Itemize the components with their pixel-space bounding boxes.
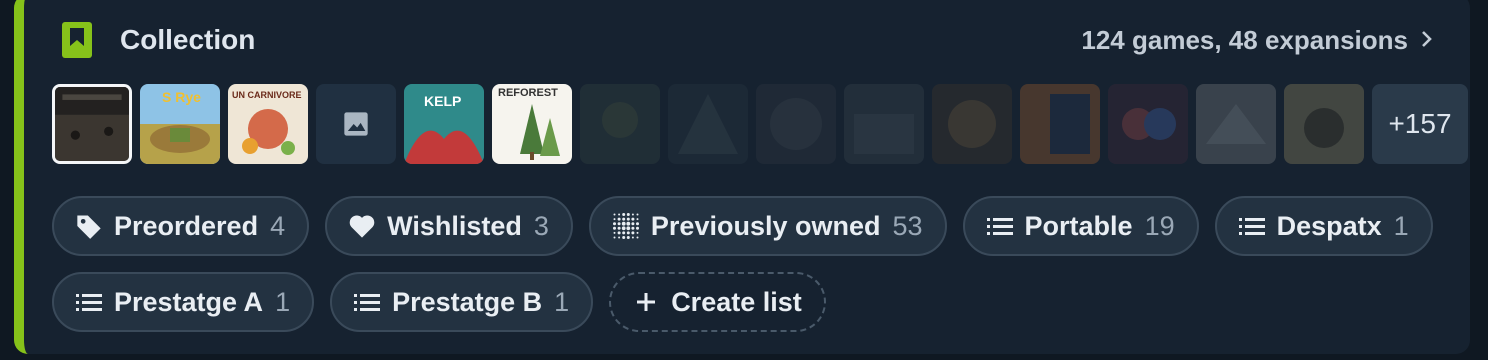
thumb-sky-game[interactable]: S Rye: [140, 84, 220, 164]
list-chip-count: 53: [892, 210, 923, 241]
list-icon: [1237, 211, 1267, 241]
list-chip-count: 1: [554, 286, 570, 317]
list-chip-label: Prestatge A: [114, 286, 264, 317]
chevron-right-icon: [1420, 25, 1434, 56]
image-placeholder-icon: [342, 110, 370, 138]
collection-summary-link[interactable]: 124 games, 48 expansions: [1081, 25, 1434, 56]
thumb-kelp[interactable]: KELP: [404, 84, 484, 164]
svg-text:UN CARNIVORE: UN CARNIVORE: [232, 90, 302, 100]
collection-title[interactable]: Collection: [120, 24, 255, 56]
collection-header: Collection 124 games, 48 expansions: [62, 18, 1434, 62]
list-chip-count: 1: [1393, 210, 1409, 241]
list-chip-wishlisted[interactable]: Wishlisted 3: [325, 196, 573, 256]
create-list-label: Create list: [671, 286, 802, 317]
list-chip-count: 1: [275, 286, 291, 317]
list-chip-label: Despatx: [1276, 210, 1382, 241]
list-icon: [74, 287, 104, 317]
list-chip-count: 3: [533, 210, 549, 241]
thumb-dim-9[interactable]: [1284, 84, 1364, 164]
thumb-dim-2[interactable]: [668, 84, 748, 164]
list-chip-label: Previously owned: [650, 210, 881, 241]
create-list-button[interactable]: Create list: [609, 272, 826, 332]
collection-thumbnails: S Rye UN CARNIVORE KELP REFOREST +157: [52, 84, 1468, 164]
list-icon: [352, 287, 382, 317]
list-chip-count: 4: [270, 210, 286, 241]
thumb-dark-box[interactable]: [52, 84, 132, 164]
lists-chips: Preordered 4 Wishlisted 3 Previously own…: [52, 196, 1442, 348]
svg-text:S Rye: S Rye: [162, 89, 201, 105]
bookmark-book-icon: [62, 22, 92, 58]
thumb-placeholder[interactable]: [316, 84, 396, 164]
thumb-dim-1[interactable]: [580, 84, 660, 164]
svg-text:KELP: KELP: [424, 93, 461, 109]
heart-icon: [347, 211, 377, 241]
collection-summary-text: 124 games, 48 expansions: [1081, 24, 1408, 55]
list-chip-prestatge-b[interactable]: Prestatge B 1: [330, 272, 594, 332]
thumb-dim-7[interactable]: [1108, 84, 1188, 164]
tag-icon: [74, 211, 104, 241]
dots-grid-icon: [611, 211, 641, 241]
more-games-button[interactable]: +157: [1372, 84, 1468, 164]
list-icon: [985, 211, 1015, 241]
list-chip-portable[interactable]: Portable 19: [962, 196, 1199, 256]
list-chip-previously-owned[interactable]: Previously owned 53: [588, 196, 947, 256]
list-chip-count: 19: [1144, 210, 1175, 241]
list-chip-label: Wishlisted: [387, 210, 522, 241]
thumb-dim-4[interactable]: [844, 84, 924, 164]
collection-card: Collection 124 games, 48 expansions S Ry…: [14, 0, 1470, 354]
thumb-dim-3[interactable]: [756, 84, 836, 164]
thumb-reforest[interactable]: REFOREST: [492, 84, 572, 164]
list-chip-label: Prestatge B: [392, 286, 543, 317]
svg-text:REFOREST: REFOREST: [498, 87, 558, 99]
list-chip-despatx[interactable]: Despatx 1: [1214, 196, 1433, 256]
thumb-un-carnivore[interactable]: UN CARNIVORE: [228, 84, 308, 164]
plus-icon: [631, 287, 661, 317]
list-chip-label: Preordered: [114, 210, 259, 241]
thumb-dim-8[interactable]: [1196, 84, 1276, 164]
list-chip-prestatge-a[interactable]: Prestatge A 1: [52, 272, 315, 332]
list-chip-preordered[interactable]: Preordered 4: [52, 196, 310, 256]
thumb-dim-6[interactable]: [1020, 84, 1100, 164]
list-chip-label: Portable: [1024, 210, 1133, 241]
thumb-dim-5[interactable]: [932, 84, 1012, 164]
